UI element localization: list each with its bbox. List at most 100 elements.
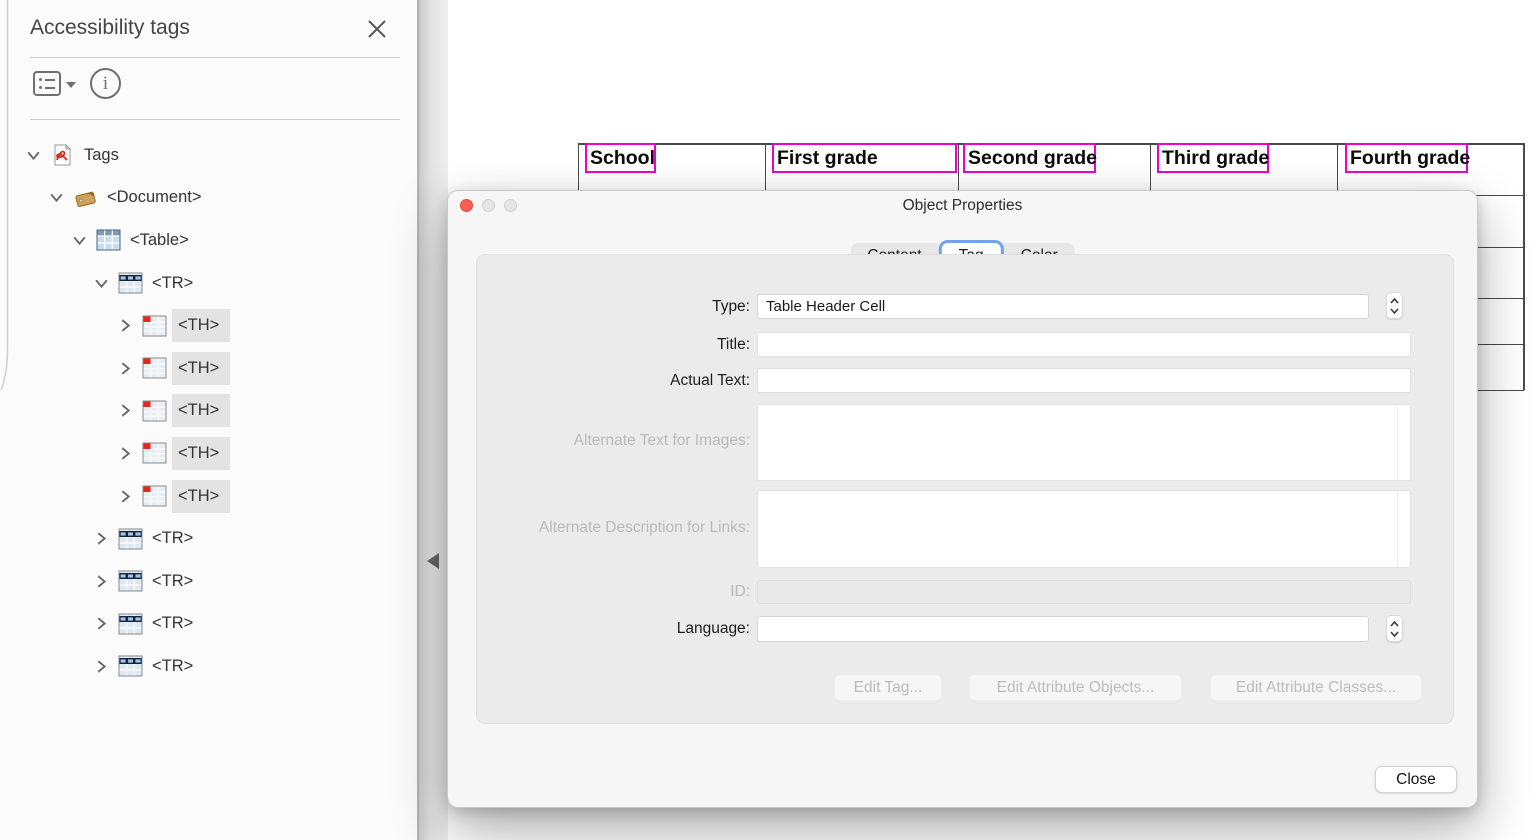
actual-text-field[interactable] [757, 368, 1411, 393]
chevron-expanded-icon[interactable] [71, 232, 88, 249]
chevron-collapsed-icon[interactable] [93, 573, 110, 590]
tree-item-label: Tags [84, 146, 119, 165]
chevron-collapsed-icon[interactable] [93, 658, 110, 675]
tagged-header-cell-fourth-grade[interactable]: Fourth grade [1345, 143, 1468, 173]
type-stepper[interactable] [1386, 292, 1403, 319]
chevron-expanded-icon[interactable] [93, 275, 110, 292]
tree-item-tr[interactable]: <TR> [0, 603, 418, 646]
info-icon[interactable]: i [90, 68, 121, 99]
header-cell-text: Fourth grade [1347, 145, 1466, 172]
table-header-cell-icon [142, 400, 167, 422]
table-row-icon [118, 613, 143, 635]
chevron-collapsed-icon[interactable] [117, 488, 134, 505]
dialog-titlebar[interactable]: Object Properties [448, 191, 1477, 221]
type-label: Type: [477, 298, 750, 316]
panel-resize-divider[interactable] [418, 0, 448, 840]
tree-item-label: <TH> [172, 352, 230, 385]
chevron-collapsed-icon[interactable] [93, 530, 110, 547]
tree-item-label: <TR> [152, 614, 193, 633]
accessibility-tags-panel: Accessibility tags i [0, 0, 418, 840]
pdf-tags-icon [50, 144, 75, 166]
tree-item-th[interactable]: <TH> [0, 390, 418, 433]
chevron-collapsed-icon[interactable] [117, 402, 134, 419]
tagged-header-cell-school[interactable]: School [585, 143, 656, 173]
table-row-icon [118, 570, 143, 592]
title-field[interactable] [757, 332, 1411, 357]
window-zoom-traffic-light[interactable] [504, 199, 517, 212]
chevron-collapsed-icon[interactable] [117, 317, 134, 334]
dialog-title: Object Properties [448, 191, 1477, 221]
edit-tag-button: Edit Tag... [834, 674, 942, 701]
alt-desc-links-field[interactable] [757, 490, 1411, 568]
tree-item-label: <TR> [152, 274, 193, 293]
panel-toolbar: i [0, 58, 418, 119]
header-cell-text: Second grade [965, 145, 1094, 172]
table-header-cell-icon [142, 357, 167, 379]
tagged-header-cell-first-grade[interactable]: First grade [772, 143, 957, 173]
chevron-expanded-icon[interactable] [25, 147, 42, 164]
actual-text-label: Actual Text: [477, 372, 750, 390]
tree-item-th[interactable]: <TH> [0, 304, 418, 347]
tree-item-th[interactable]: <TH> [0, 432, 418, 475]
tree-item-label: <TH> [172, 437, 230, 470]
alt-text-images-label: Alternate Text for Images: [477, 432, 750, 450]
tree-item-tr[interactable]: <TR> [0, 645, 418, 688]
table-row-icon [118, 272, 143, 294]
tag-form-panel: Type: Title: Actual Text: Alternate Text… [476, 254, 1454, 724]
chevron-collapsed-icon[interactable] [93, 615, 110, 632]
tree-item-tr[interactable]: <TR> [0, 560, 418, 603]
acrobat-window: School First grade Second grade Third gr… [0, 0, 1540, 840]
tree-item-tr[interactable]: <TR> [0, 262, 418, 305]
table-vline [1150, 143, 1151, 196]
window-minimize-traffic-light[interactable] [482, 199, 495, 212]
divider-line [30, 119, 400, 120]
edit-attribute-classes-button: Edit Attribute Classes... [1210, 674, 1422, 701]
tree-item-label: <Document> [107, 188, 201, 207]
type-field[interactable] [757, 294, 1369, 319]
object-properties-dialog: Object Properties Content Tag Color Type… [447, 190, 1478, 808]
alt-text-images-field[interactable] [757, 404, 1411, 481]
tree-item-table[interactable]: <Table> [0, 219, 418, 262]
scrollbar-gutter [1397, 491, 1398, 567]
chevron-collapsed-icon[interactable] [117, 445, 134, 462]
tree-item-th[interactable]: <TH> [0, 475, 418, 518]
language-stepper[interactable] [1386, 615, 1403, 642]
window-close-traffic-light[interactable] [460, 199, 473, 212]
tree-item-label: <TH> [172, 480, 230, 513]
tag-options-icon[interactable] [33, 71, 61, 96]
header-cell-text: First grade [774, 145, 955, 172]
language-label: Language: [477, 620, 750, 638]
language-field[interactable] [757, 616, 1369, 642]
header-cell-text: School [587, 145, 654, 172]
title-label: Title: [477, 336, 750, 354]
chevron-collapsed-icon[interactable] [117, 360, 134, 377]
close-button[interactable]: Close [1375, 766, 1457, 793]
tree-item-label: <TR> [152, 657, 193, 676]
tree-item-document[interactable]: <Document> [0, 177, 418, 220]
table-right-border [1523, 143, 1525, 390]
header-cell-text: Third grade [1159, 145, 1267, 172]
scrollbar-gutter [1397, 405, 1398, 480]
alt-desc-links-label: Alternate Description for Links: [477, 519, 750, 537]
tree-item-th[interactable]: <TH> [0, 347, 418, 390]
tagged-header-cell-second-grade[interactable]: Second grade [963, 143, 1096, 173]
chevron-expanded-icon[interactable] [48, 189, 65, 206]
tree-item-label: <TH> [172, 394, 230, 427]
table-header-cell-icon [142, 315, 167, 337]
table-vline [958, 143, 959, 196]
close-icon[interactable] [365, 17, 389, 41]
table-vline [765, 143, 766, 196]
tree-item-tr[interactable]: <TR> [0, 517, 418, 560]
tagged-header-cell-third-grade[interactable]: Third grade [1157, 143, 1269, 173]
tree-item-label: <TR> [152, 529, 193, 548]
tree-item-label: <TH> [172, 309, 230, 342]
chevron-down-icon[interactable] [66, 82, 76, 88]
table-row-icon [118, 655, 143, 677]
collapse-panel-icon[interactable] [427, 553, 439, 569]
id-field [757, 580, 1411, 604]
table-row-icon [118, 528, 143, 550]
tree-item-tags[interactable]: Tags [0, 134, 418, 177]
tags-tree: Tags <Document> [0, 134, 418, 688]
panel-header: Accessibility tags [0, 0, 417, 57]
id-label: ID: [477, 583, 750, 601]
